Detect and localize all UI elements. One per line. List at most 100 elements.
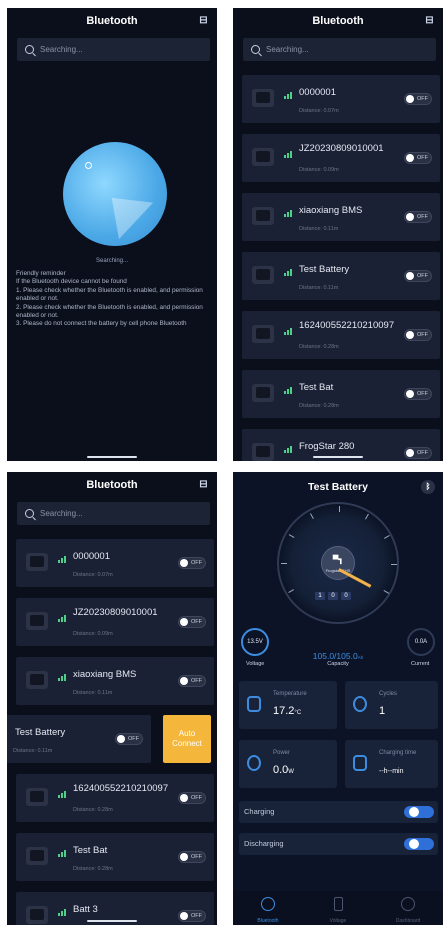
device-distance: Distance: 0.11m [299,226,339,232]
temperature-card: Temperature 17.2°C [239,681,337,729]
search-placeholder: Searching... [266,45,309,54]
device-distance: Distance: 0.07m [73,572,113,578]
digit: 1 [315,592,325,600]
signal-icon [58,614,68,622]
device-distance: Distance: 0.28m [299,403,339,409]
cycle-icon [353,696,367,712]
scan-icon[interactable]: ⊟ [197,478,210,491]
header: Test Battery ᛒ [233,472,443,502]
header: Bluetooth ⊟ [7,472,217,498]
connect-toggle[interactable]: OFF [178,616,206,628]
scan-icon[interactable]: ⊟ [197,14,210,27]
reminder-line: Friendly reminder [16,270,66,277]
reminder-line: 1. Please check whether the Bluetooth is… [16,286,203,303]
connect-toggle[interactable]: OFF [404,93,432,105]
charging-toggle[interactable]: ON [404,806,434,818]
searching-status: Searching... [95,258,129,264]
thermometer-icon [247,696,261,712]
scan-icon[interactable]: ⊟ [423,14,436,27]
gauge-icon [261,897,275,911]
radar-scan-graphic [63,142,167,246]
connect-toggle[interactable]: OFF [404,270,432,282]
battery-thumbnail [26,847,48,865]
radar-dot [85,162,92,169]
device-name: Test Battery [15,727,66,738]
connect-toggle[interactable]: OFF [178,557,206,569]
radar-sweep [111,190,159,240]
discharging-row: Discharging ON [239,833,438,855]
battery-thumbnail [252,384,274,402]
device-name: Test Battery [299,264,350,275]
device-name: FrogStar 280 [299,441,355,452]
device-item[interactable]: 162400552210210097 Distance: 0.28m OFF [242,311,440,359]
device-item[interactable]: Test Bat Distance: 0.28m OFF [242,370,440,418]
charging-label: Charging [244,807,275,816]
device-item[interactable]: Test Bat Distance: 0.28m OFF [16,833,214,881]
brand-logo-icon: ▀┓ [332,555,344,564]
connect-toggle[interactable]: OFF [178,675,206,687]
connect-toggle[interactable]: OFF [178,851,206,863]
bluetooth-icon[interactable]: ᛒ [421,480,435,494]
search-icon [25,509,34,518]
connect-toggle[interactable]: OFF [404,211,432,223]
device-item[interactable]: 162400552210210097 Distance: 0.28m OFF [16,774,214,822]
device-item[interactable]: JZ20230809010001 Distance: 0.09m OFF [16,598,214,646]
digit: 0 [328,592,338,600]
reminder-text: Friendly reminder If the Bluetooth devic… [16,270,211,329]
device-item[interactable]: xiaoxiang BMS Distance: 0.11m OFF [242,193,440,241]
connect-toggle[interactable]: OFF [404,152,432,164]
device-distance: Distance: 0.28m [73,807,113,813]
tab-bluetooth[interactable]: Bluetooth [233,891,303,925]
device-list-lower: 162400552210210097 Distance: 0.28m OFF T… [16,774,214,925]
reminder-line: If the Bluetooth device cannot be found [16,278,127,286]
clock-icon [353,755,367,771]
search-input[interactable]: Searching... [17,38,210,61]
connect-toggle[interactable]: OFF [115,733,143,745]
battery-thumbnail [26,906,48,924]
battery-thumbnail [26,612,48,630]
bottom-tab-bar: Bluetooth Voltage Dashboard [233,891,443,925]
digit: 0 [341,592,351,600]
signal-icon [58,790,68,798]
device-item[interactable]: JZ20230809010001 Distance: 0.09m OFF [242,134,440,182]
cycles-card: Cycles 1 [345,681,438,729]
reminder-line: 2. Please check whether the Bluetooth is… [16,303,203,320]
tab-voltage[interactable]: Voltage [303,891,373,925]
header: Bluetooth ⊟ [7,8,217,34]
page-title: Bluetooth [86,15,138,27]
device-item[interactable]: 0000001 Distance: 0.07m OFF [16,539,214,587]
home-indicator [87,920,137,922]
search-icon [25,45,34,54]
device-list: 0000001 Distance: 0.07m OFF JZ2023080901… [242,75,440,461]
current-label: Current [411,661,430,667]
device-item[interactable]: Test Battery Distance: 0.11m OFF [7,715,151,763]
discharging-toggle[interactable]: ON [404,838,434,850]
header: Bluetooth ⊟ [233,8,443,34]
search-input[interactable]: Searching... [17,502,210,525]
device-name: 162400552210210097 [73,783,169,794]
card-value: 1 [379,705,386,717]
device-item[interactable]: Test Battery Distance: 0.11m OFF [242,252,440,300]
connect-toggle[interactable]: OFF [404,388,432,400]
connect-toggle[interactable]: OFF [404,447,432,459]
connect-toggle[interactable]: OFF [178,792,206,804]
battery-thumbnail [252,266,274,284]
device-name: Test Bat [73,845,108,856]
device-item[interactable]: 0000001 Distance: 0.07m OFF [242,75,440,123]
connect-toggle[interactable]: OFF [178,910,206,922]
device-distance: Distance: 0.28m [299,344,339,350]
device-distance: Distance: 0.11m [73,690,113,696]
search-placeholder: Searching... [40,45,83,54]
search-input[interactable]: Searching... [243,38,436,61]
device-item[interactable]: xiaoxiang BMS Distance: 0.11m OFF [16,657,214,705]
auto-connect-button[interactable]: Auto Connect [163,715,211,763]
signal-icon [284,445,294,453]
device-distance: Distance: 0.07m [299,108,339,114]
tab-dashboard[interactable]: Dashboard [373,891,443,925]
device-name: 162400552210210097 [299,320,395,331]
device-name: JZ20230809010001 [73,607,158,618]
card-label: Temperature [273,691,307,697]
screen-swipe-action: Bluetooth ⊟ Searching... 0000001 Distanc… [7,472,217,925]
power-icon [247,755,261,771]
connect-toggle[interactable]: OFF [404,329,432,341]
